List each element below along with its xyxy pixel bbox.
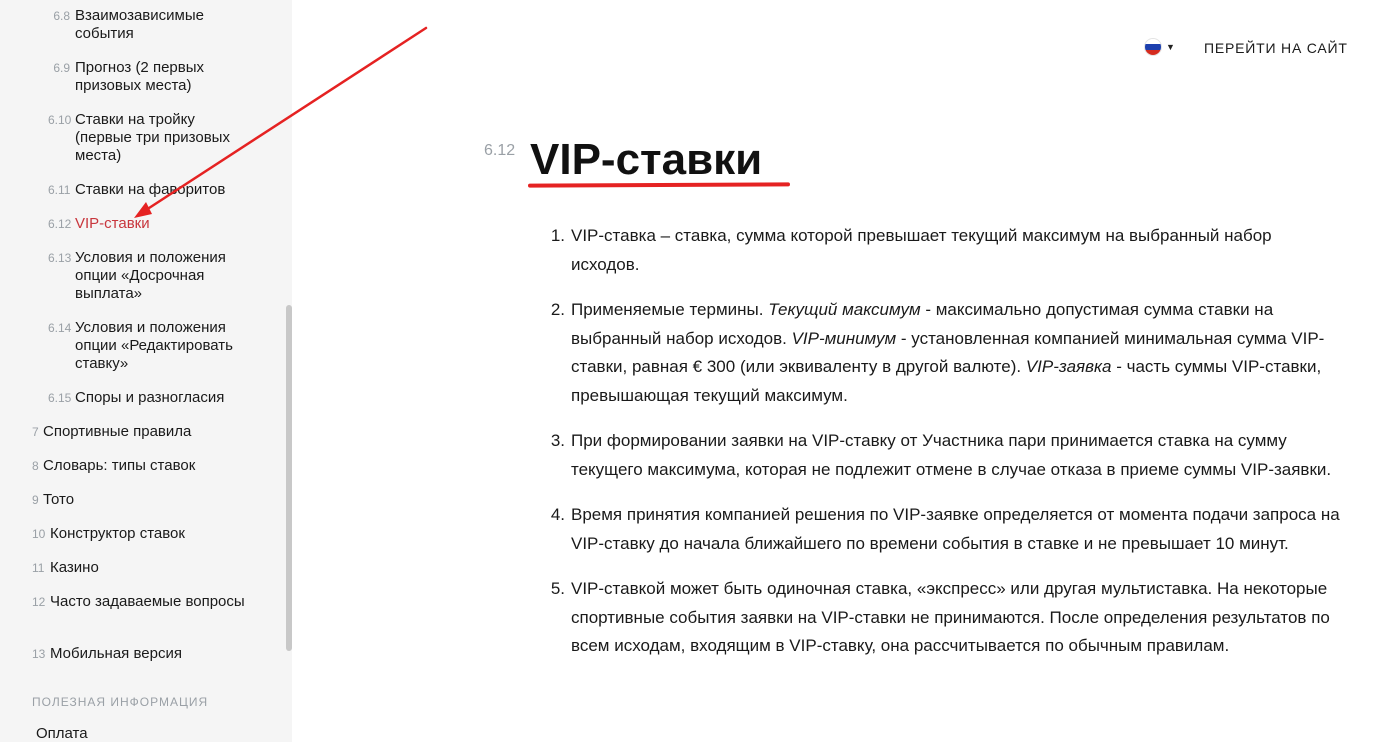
sidebar-item-label: Ставки на фаворитов — [75, 181, 226, 198]
goto-site-link[interactable]: ПЕРЕЙТИ НА САЙТ — [1204, 40, 1348, 56]
sidebar-item-number: 11 — [32, 561, 45, 575]
rule-item: 1. VIP-ставка – ставка, сумма которой пре… — [540, 222, 1340, 279]
rule-text-part: VIP-ставка – ставка, сумма которой превы… — [571, 226, 1272, 274]
rule-item: 2. Применяемые термины. Текущий максимум … — [540, 296, 1340, 410]
rule-item: 4. Время принятия компанией решения по VI… — [540, 501, 1340, 558]
rule-number: 5. — [550, 579, 565, 598]
sidebar-item-6-14[interactable]: 6.14 Условия и положения опции «Редактиро… — [48, 319, 250, 373]
language-selector[interactable]: ▼ — [1144, 38, 1175, 56]
rule-number: 1. — [550, 226, 565, 245]
sidebar-item-number: 12 — [32, 595, 46, 609]
term-name: Текущий максимум — [768, 300, 921, 319]
sidebar-item-6-15[interactable]: 6.15 Споры и разногласия — [48, 389, 250, 407]
sidebar-item-10[interactable]: 10 Конструктор ставок — [32, 525, 280, 543]
rule-text: Применяемые термины. Текущий максимум - … — [571, 296, 1340, 410]
sidebar-item-number: 13 — [32, 647, 46, 661]
sidebar-item-9[interactable]: 9 Тото — [32, 491, 273, 509]
sidebar-item-6-9[interactable]: 6.9 Прогноз (2 первых призовых места) — [48, 59, 250, 95]
term-name: VIP-минимум — [791, 328, 897, 348]
sidebar-item-label: Условия и положения опции «Редактировать… — [75, 319, 233, 372]
sidebar-item-label: Спортивные правила — [43, 423, 192, 440]
rule-text: VIP-ставкой может быть одиночная ставка,… — [571, 575, 1340, 661]
sidebar-item-label: Ставки на тройку (первые три призовых ме… — [75, 111, 230, 164]
rules-list: 1. VIP-ставка – ставка, сумма которой пре… — [540, 222, 1340, 678]
rule-text-part: VIP-ставкой может быть одиночная ставка,… — [571, 579, 1330, 655]
rule-number: 2. — [550, 300, 565, 319]
sidebar-item-number: 7 — [32, 425, 39, 439]
term-name: VIP-заявка — [1025, 357, 1112, 376]
rule-text-part: Время принятия компанией решения по VIP-… — [571, 505, 1340, 553]
sidebar-item-label: Конструктор ставок — [50, 525, 185, 542]
sidebar-item-number: 6.12 — [48, 217, 72, 231]
caret-down-icon: ▼ — [1166, 42, 1175, 52]
sidebar-item-number: 10 — [32, 527, 46, 541]
rule-number: 3. — [550, 431, 565, 450]
sidebar-item-7[interactable]: 7 Спортивные правила — [32, 423, 273, 441]
sidebar-item-6-8[interactable]: 6.8 Взаимозависимые события — [48, 7, 250, 43]
sidebar-item-label: Тото — [43, 491, 75, 508]
page-title: VIP-ставки — [530, 135, 763, 184]
sidebar-item-label: Споры и разногласия — [75, 389, 225, 406]
sidebar-item-6-11[interactable]: 6.11 Ставки на фаворитов — [48, 181, 250, 199]
russia-flag-icon — [1144, 38, 1162, 56]
sidebar-item-number: 9 — [32, 493, 39, 507]
sidebar-item-number: 6.8 — [53, 9, 70, 23]
sidebar-item-number: 6.10 — [48, 113, 72, 127]
rule-text-part: При формировании заявки на VIP-ставку от… — [571, 431, 1332, 479]
rule-text-part: Применяемые термины. — [571, 300, 769, 319]
sidebar-scrollbar[interactable] — [286, 305, 292, 651]
section-title-useful-info: ПОЛЕЗНАЯ ИНФОРМАЦИЯ — [32, 695, 209, 709]
sidebar-item-payment[interactable]: Оплата — [36, 725, 88, 742]
section-number: 6.12 — [484, 142, 516, 159]
rule-text: При формировании заявки на VIP-ставку от… — [571, 427, 1340, 484]
rule-text: Время принятия компанией решения по VIP-… — [571, 501, 1340, 558]
sidebar-item-label: Взаимозависимые события — [75, 7, 204, 42]
sidebar-item-6-12[interactable]: 6.12 VIP-ставки — [48, 215, 250, 233]
sidebar-item-6-10[interactable]: 6.10 Ставки на тройку (первые три призовы… — [48, 111, 250, 165]
rule-item: 3. При формировании заявки на VIP-ставку … — [540, 427, 1340, 484]
sidebar-item-label: Часто задаваемые вопросы — [50, 593, 245, 610]
sidebar-item-label: VIP-ставки — [75, 215, 150, 232]
rule-item: 5. VIP-ставкой может быть одиночная ставк… — [540, 575, 1340, 661]
sidebar-item-number: 8 — [32, 459, 39, 473]
sidebar-item-number: 6.9 — [53, 61, 70, 75]
sidebar-item-label: Казино — [50, 559, 99, 576]
rule-number: 4. — [550, 505, 565, 524]
sidebar-item-label: Мобильная версия — [50, 645, 182, 662]
sidebar-item-12[interactable]: 12 Часто задаваемые вопросы — [32, 593, 280, 611]
sidebar-item-number: 6.14 — [48, 321, 72, 335]
sidebar-item-number: 6.15 — [48, 391, 72, 405]
sidebar-item-number: 6.11 — [48, 183, 71, 197]
sidebar-item-number: 6.13 — [48, 251, 72, 265]
rule-text: VIP-ставка – ставка, сумма которой превы… — [571, 222, 1340, 279]
sidebar: 6.8 Взаимозависимые события 6.9 Прогноз (2 … — [0, 0, 292, 742]
sidebar-item-8[interactable]: 8 Словарь: типы ставок — [32, 457, 273, 475]
sidebar-item-6-13[interactable]: 6.13 Условия и положения опции «Досрочная… — [48, 249, 250, 303]
sidebar-item-11[interactable]: 11 Казино — [32, 559, 280, 577]
sidebar-item-13[interactable]: 13 Мобильная версия — [32, 645, 280, 663]
sidebar-item-label: Прогноз (2 первых призовых места) — [75, 59, 205, 94]
sidebar-item-label: Условия и положения опции «Досрочная вып… — [75, 249, 226, 302]
sidebar-item-label: Словарь: типы ставок — [43, 457, 196, 474]
